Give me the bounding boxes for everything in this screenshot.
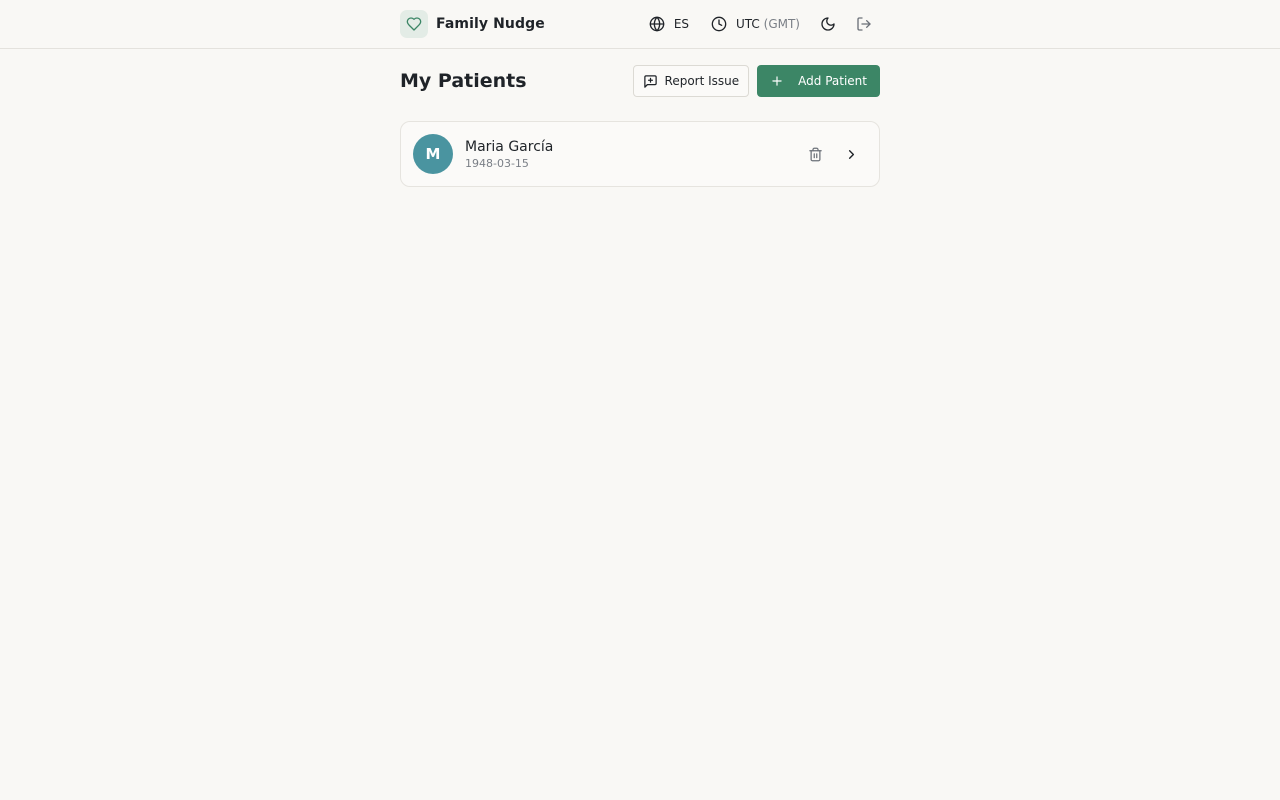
timezone-switcher[interactable]: UTC (GMT) [703,8,808,40]
patient-card-actions [799,138,867,170]
clock-icon [711,16,727,32]
timezone-name: UTC [736,17,760,31]
timezone-detail: (GMT) [763,17,800,31]
patient-info: Maria García 1948-03-15 [465,139,553,170]
logout-icon [856,16,872,32]
moon-icon [820,16,836,32]
brand[interactable]: Family Nudge [400,10,545,38]
patient-name: Maria García [465,138,554,155]
logout-button[interactable] [848,8,880,40]
header-inner: Family Nudge ES UTC (GMT) [400,0,880,48]
avatar: M [413,134,453,174]
header-controls: ES UTC (GMT) [641,0,880,48]
report-issue-button[interactable]: Report Issue [632,65,750,97]
message-square-plus-icon [643,74,658,89]
open-patient-button[interactable] [835,138,867,170]
page-actions: Report Issue Add Patient [632,65,880,97]
trash-icon [808,147,823,162]
language-label: ES [673,17,690,31]
heart-icon [406,16,422,32]
plus-icon [770,74,784,88]
main-content: My Patients Report Issue Add Patient M M… [400,49,880,187]
page-title: My Patients [400,70,527,92]
chevron-right-icon [844,147,859,162]
report-issue-label: Report Issue [664,74,740,88]
patient-card[interactable]: M Maria García 1948-03-15 [400,121,880,187]
patient-list: M Maria García 1948-03-15 [400,121,880,187]
delete-patient-button[interactable] [799,138,831,170]
app-name: Family Nudge [436,16,545,32]
app-header: Family Nudge ES UTC (GMT) [0,0,1280,49]
page-header: My Patients Report Issue Add Patient [400,49,880,113]
brand-logo [400,10,428,38]
add-patient-label: Add Patient [798,74,867,88]
timezone-label: UTC (GMT) [736,17,800,31]
language-switcher[interactable]: ES [641,8,697,40]
patient-dob: 1948-03-15 [465,156,529,170]
globe-icon [649,16,665,32]
theme-toggle-button[interactable] [812,8,844,40]
add-patient-button[interactable]: Add Patient [757,65,880,97]
